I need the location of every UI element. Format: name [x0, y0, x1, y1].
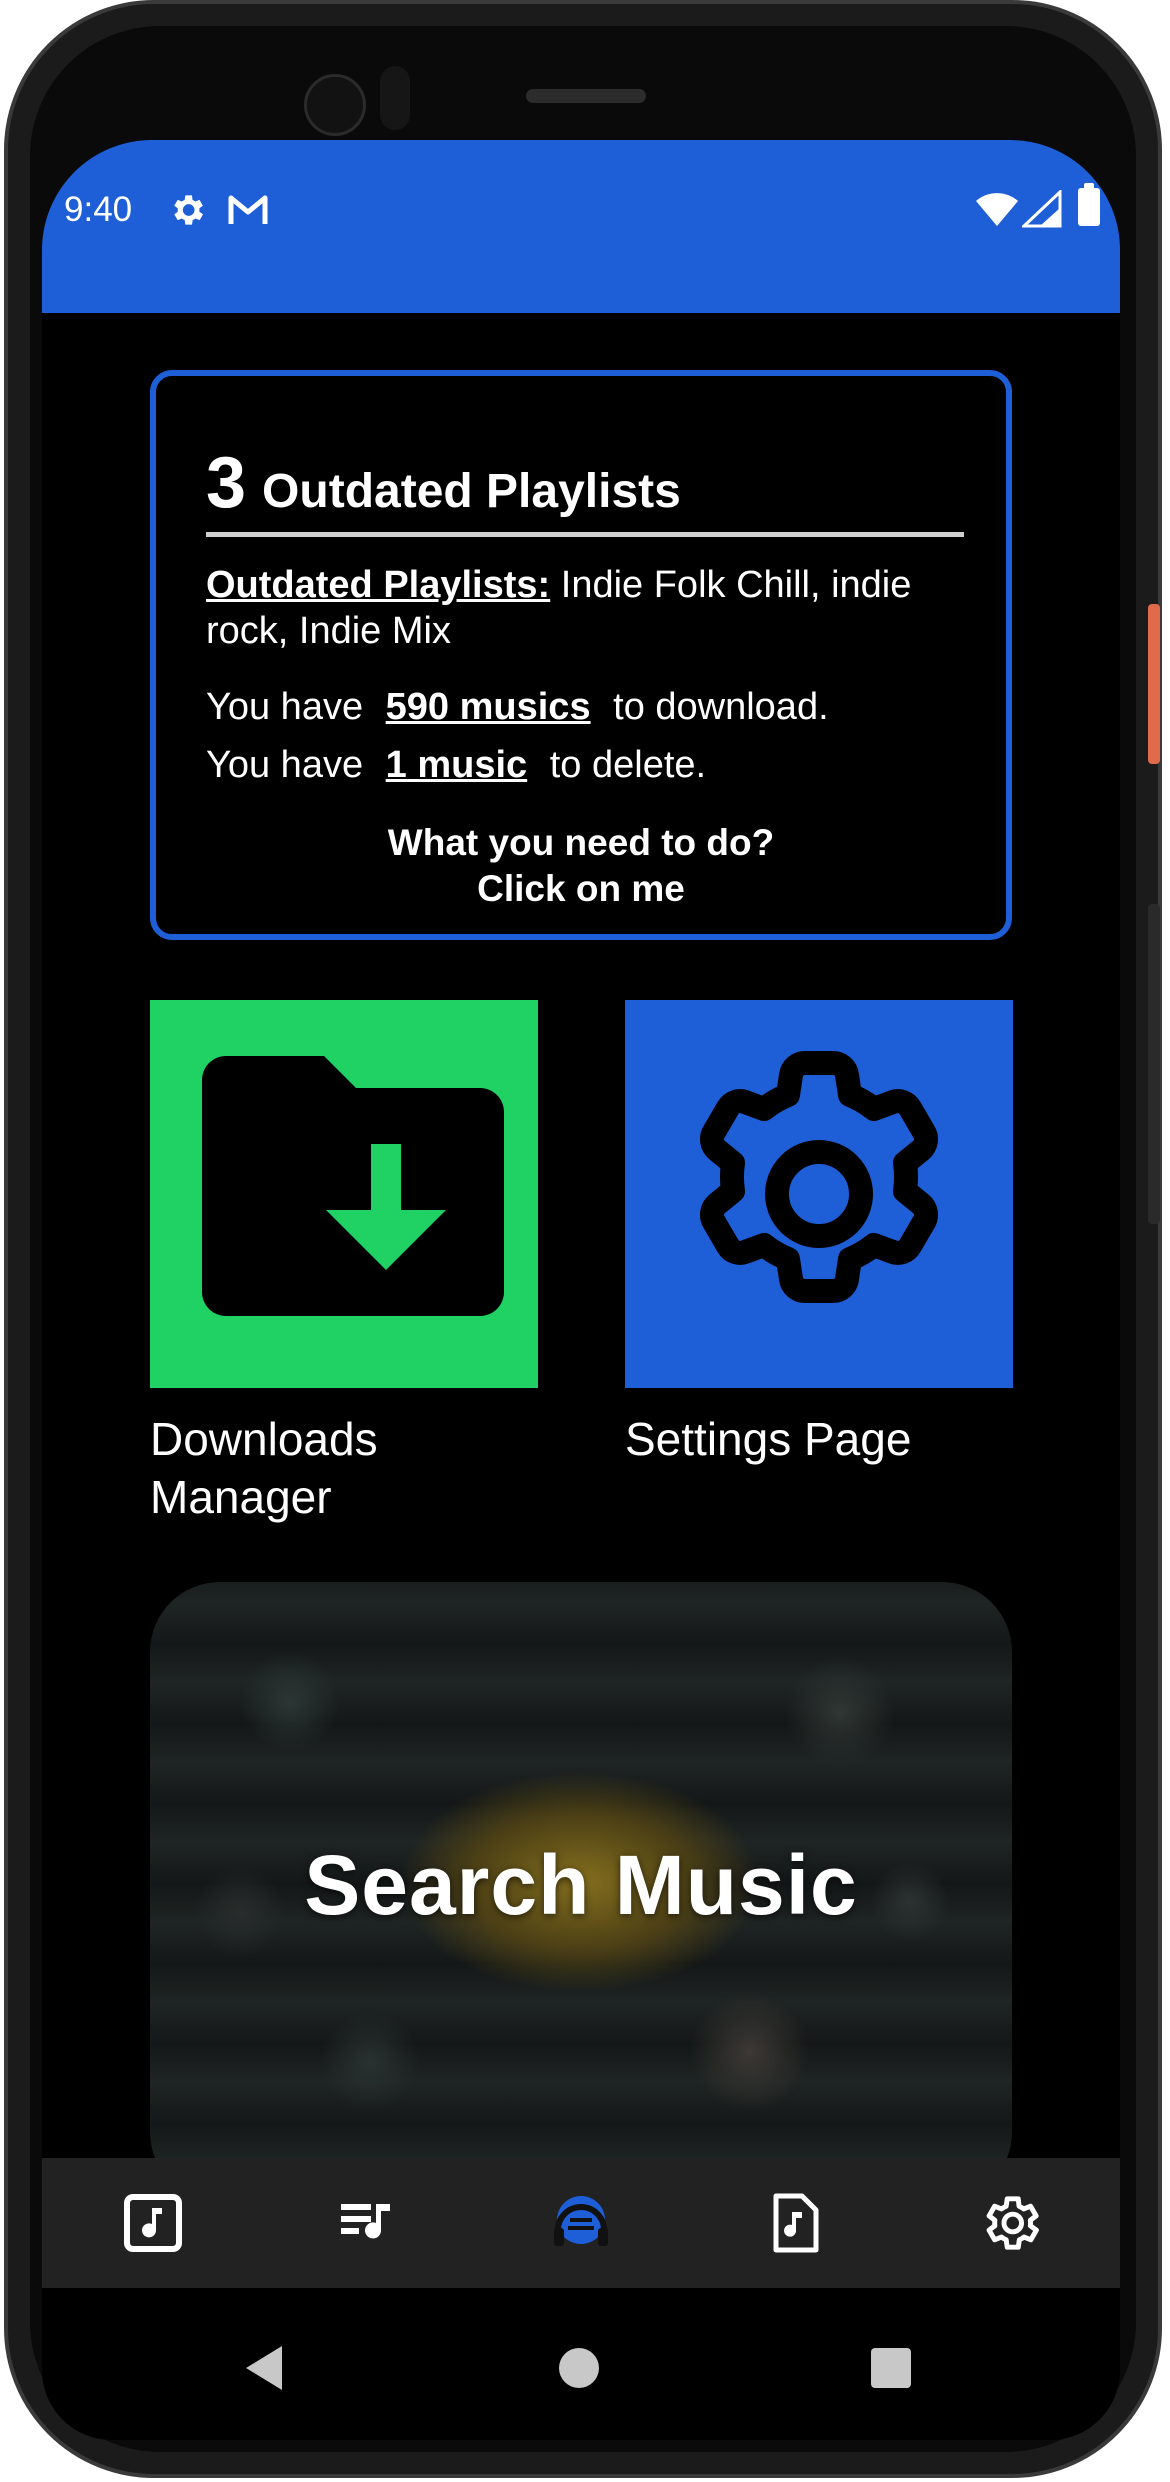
status-time: 9:40	[64, 190, 133, 229]
download-count: 590 musics	[385, 686, 591, 728]
settings-page-tile[interactable]	[625, 1000, 1013, 1388]
card-divider	[206, 532, 964, 537]
settings-gear-icon[interactable]	[977, 2190, 1043, 2256]
delete-suffix: to delete.	[549, 744, 707, 786]
home-icon[interactable]	[559, 2348, 599, 2388]
gear-icon	[700, 1051, 938, 1303]
settings-page-label: Settings Page	[625, 1413, 912, 1465]
bottom-navigation	[42, 2158, 1120, 2288]
app-logo-headphones-icon[interactable]	[548, 2190, 614, 2256]
earpiece-speaker	[526, 89, 646, 103]
outdated-count: 3	[206, 443, 247, 523]
music-note-square-icon[interactable]	[120, 2190, 186, 2256]
delete-count-line: You have 1 music to delete.	[206, 744, 706, 787]
download-prefix: You have	[206, 686, 364, 728]
outdated-playlists-text: Outdated Playlists: Indie Folk Chill, in…	[206, 562, 966, 654]
card-header: 3 Outdated Playlists	[206, 442, 681, 524]
delete-count: 1 music	[385, 744, 528, 786]
download-count-line: You have 590 musics to download.	[206, 686, 829, 729]
gmail-icon	[227, 192, 269, 228]
download-suffix: to download.	[613, 686, 829, 728]
search-music-banner[interactable]: Search Music	[150, 1582, 1012, 2202]
system-navigation-bar	[42, 2288, 1120, 2440]
outdated-playlists-label: Outdated Playlists:	[206, 564, 551, 606]
recents-icon[interactable]	[871, 2348, 911, 2388]
card-call-to-action: What you need to do? Click on me	[156, 820, 1006, 912]
card-title: Outdated Playlists	[262, 465, 681, 518]
back-icon[interactable]	[246, 2346, 282, 2390]
volume-button	[1148, 904, 1160, 1224]
search-music-title: Search Music	[304, 1838, 858, 1932]
folder-download-icon	[202, 1056, 504, 1316]
battery-icon	[1078, 183, 1100, 226]
screen: 9:40 3 Outdated Playlists Outdated Playl…	[42, 140, 1120, 2440]
signal-icon	[1020, 188, 1062, 233]
wifi-icon	[976, 192, 1018, 233]
outdated-playlists-card[interactable]: 3 Outdated Playlists Outdated Playlists:…	[150, 370, 1012, 940]
cta-line-2: Click on me	[477, 868, 685, 909]
gear-icon	[167, 190, 207, 230]
status-bar: 9:40	[42, 140, 1120, 313]
power-button	[1148, 604, 1160, 764]
delete-prefix: You have	[206, 744, 364, 786]
front-camera	[304, 74, 366, 136]
playlist-icon[interactable]	[335, 2190, 401, 2256]
cta-line-1: What you need to do?	[387, 822, 775, 863]
music-file-icon[interactable]	[762, 2190, 828, 2256]
downloads-manager-label: Downloads Manager	[150, 1413, 378, 1523]
proximity-sensor	[380, 66, 410, 130]
downloads-manager-tile[interactable]	[150, 1000, 538, 1388]
